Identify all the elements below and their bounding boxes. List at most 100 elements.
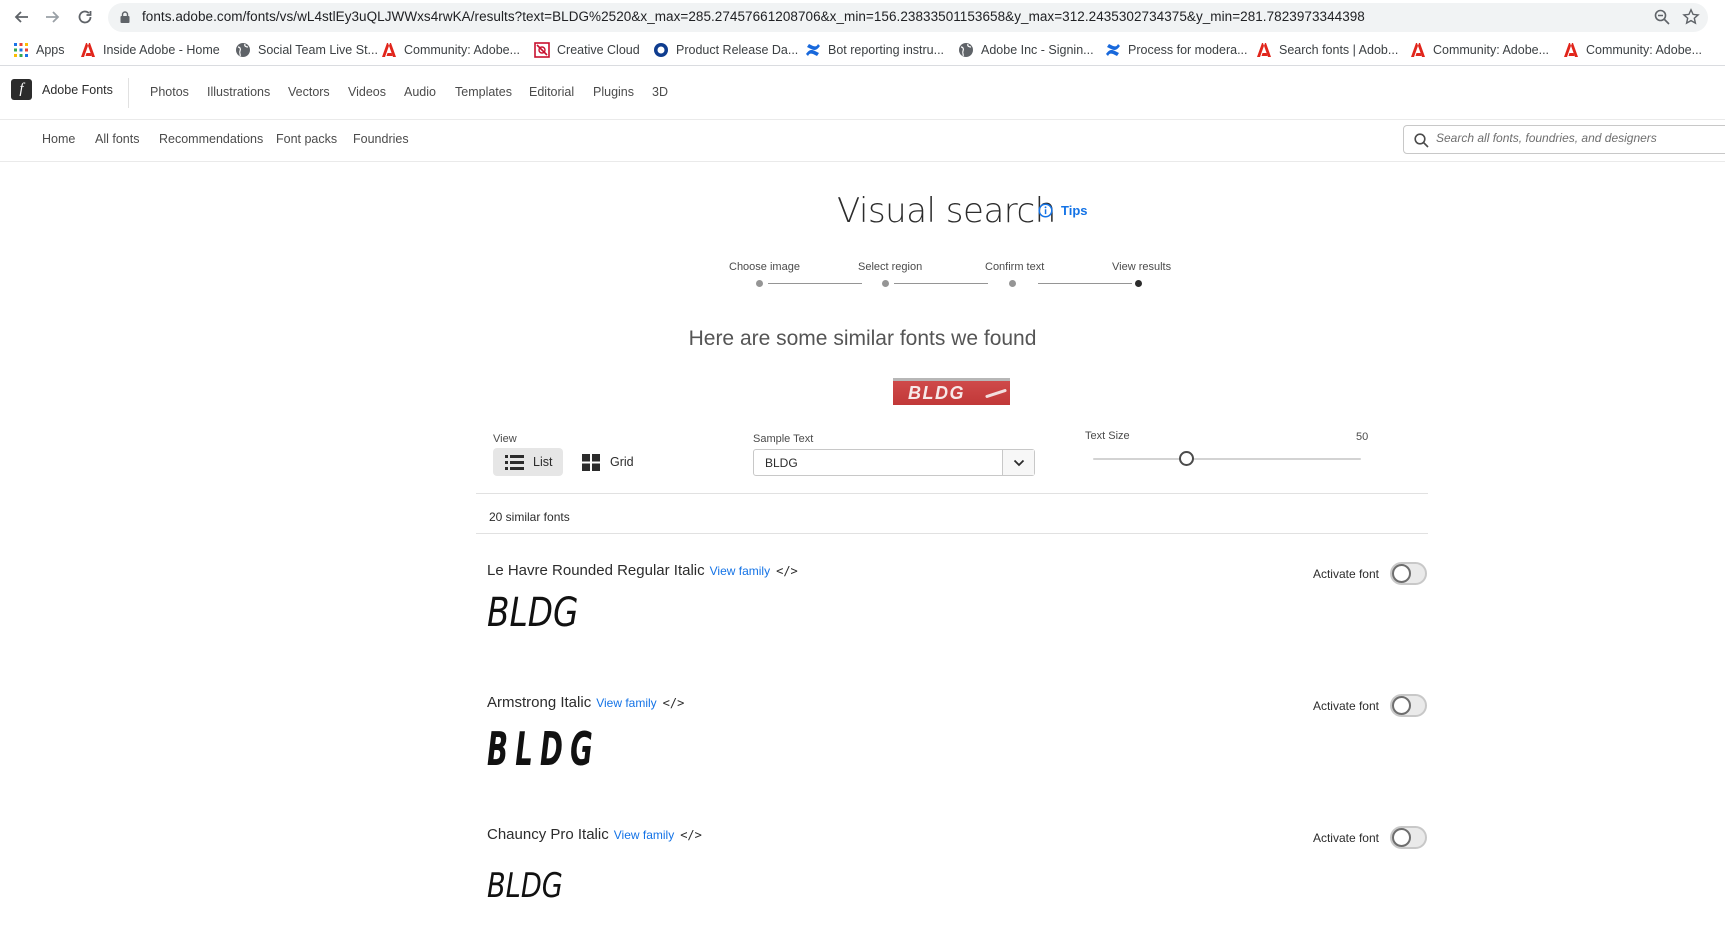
nav-audio[interactable]: Audio (404, 85, 436, 99)
activate-font-label: Activate font (1312, 830, 1379, 845)
activate-font-toggle[interactable] (1390, 826, 1427, 849)
results-subtitle: Here are some similar fonts we found (688, 327, 1037, 350)
bookmark-label: Creative Cloud (557, 43, 640, 57)
subnav-foundries[interactable]: Foundries (353, 132, 409, 146)
nav-illustrations[interactable]: Illustrations (207, 85, 270, 99)
back-arrow-icon[interactable] (10, 6, 32, 28)
bookmark-label: Apps (36, 43, 65, 57)
globe-icon (958, 42, 974, 58)
embed-code-icon[interactable]: </> (680, 828, 702, 842)
bookmark-label: Adobe Inc - Signin... (981, 43, 1094, 57)
bookmark-label: Inside Adobe - Home (103, 43, 220, 57)
info-icon (1038, 203, 1053, 218)
tips-link[interactable]: Tips (1038, 203, 1088, 218)
search-input[interactable] (1436, 131, 1716, 145)
bookmark-item[interactable]: Social Team Live St... (235, 41, 378, 59)
nav-plugins[interactable]: Plugins (593, 85, 634, 99)
step-label: Choose image (729, 261, 800, 273)
nav-divider (128, 78, 129, 108)
font-name[interactable]: Armstrong Italic (487, 694, 591, 711)
list-view-button[interactable]: List (493, 448, 563, 476)
bookmark-item[interactable]: Bot reporting instru... (805, 41, 944, 59)
grid-icon (582, 453, 600, 471)
bookmark-item[interactable]: Product Release Da... (653, 41, 798, 59)
tips-label: Tips (1061, 203, 1088, 218)
activate-font-toggle[interactable] (1390, 562, 1427, 585)
view-label: View (493, 433, 517, 445)
chevron-down-icon[interactable] (1002, 450, 1034, 475)
text-size-slider-track[interactable] (1093, 458, 1361, 460)
step-dot (882, 280, 889, 287)
zoom-icon[interactable] (1653, 8, 1671, 26)
grid-label: Grid (610, 455, 634, 469)
font-name[interactable]: Le Havre Rounded Regular Italic (487, 562, 705, 579)
progress-stepper: Choose image Select region Confirm text … (0, 259, 1725, 299)
nav-templates[interactable]: Templates (455, 85, 512, 99)
apps-grid-icon (13, 42, 29, 58)
confluence-icon (1105, 42, 1121, 58)
grid-view-button[interactable]: Grid (582, 448, 634, 476)
view-family-link[interactable]: View family (614, 828, 674, 842)
confluence-icon (805, 42, 821, 58)
bookmark-label: Search fonts | Adob... (1279, 43, 1399, 57)
subnav-all-fonts[interactable]: All fonts (95, 132, 139, 146)
bookmark-label: Process for modera... (1128, 43, 1248, 57)
product-release-icon (653, 42, 669, 58)
subnav-font-packs[interactable]: Font packs (276, 132, 337, 146)
bookmark-item[interactable]: Process for modera... (1105, 41, 1248, 59)
divider (476, 493, 1428, 494)
bookmark-item[interactable]: Community: Adobe... (381, 41, 520, 59)
nav-photos[interactable]: Photos (150, 85, 189, 99)
reload-icon[interactable] (74, 6, 96, 28)
global-nav: f Adobe Fonts Photos Illustrations Vecto… (0, 66, 1725, 120)
sample-text-value: BLDG (765, 456, 798, 470)
source-image-text: BLDG (908, 383, 965, 403)
adobe-icon (1563, 42, 1579, 58)
step-dot (1009, 280, 1016, 287)
subnav-home[interactable]: Home (42, 132, 75, 146)
font-search-box[interactable] (1403, 125, 1725, 154)
divider (476, 533, 1428, 534)
text-size-slider-handle[interactable] (1179, 451, 1195, 466)
view-family-link[interactable]: View family (596, 696, 656, 710)
list-icon (505, 454, 524, 470)
bookmark-item[interactable]: Creative Cloud (534, 41, 640, 59)
bookmark-label: Community: Adobe... (1586, 43, 1703, 57)
subnav-recommendations[interactable]: Recommendations (159, 132, 263, 146)
adobe-icon (80, 42, 96, 58)
bookmark-item[interactable]: Apps (13, 41, 65, 59)
address-bar[interactable]: fonts.adobe.com/fonts/vs/wL4stlEy3uQLJWW… (108, 3, 1708, 32)
sample-text-label: Sample Text (753, 433, 814, 445)
adobe-fonts-logo-icon: f (11, 79, 32, 100)
bookmark-label: Community: Adobe... (404, 43, 521, 57)
source-image-crop: BLDG (893, 378, 1010, 405)
text-size-value: 50 (1356, 431, 1369, 443)
view-family-link[interactable]: View family (710, 564, 770, 578)
font-sample-text: BLDG (487, 590, 579, 636)
forward-arrow-icon[interactable] (42, 6, 64, 28)
activate-font-toggle[interactable] (1390, 694, 1427, 717)
bookmark-item[interactable]: Adobe Inc - Signin... (958, 41, 1094, 59)
bookmark-item[interactable]: Community: Adobe... (1410, 41, 1549, 59)
fonts-subnav: Home All fonts Recommendations Font pack… (0, 120, 1725, 162)
bookmark-label: Community: Adobe... (1433, 43, 1550, 57)
nav-editorial[interactable]: Editorial (529, 85, 574, 99)
brand-link[interactable]: f Adobe Fonts (11, 79, 113, 100)
embed-code-icon[interactable]: </> (776, 564, 798, 578)
activate-font-label: Activate font (1312, 566, 1379, 581)
embed-code-icon[interactable]: </> (663, 696, 685, 710)
sample-text-select[interactable]: BLDG (753, 449, 1035, 476)
bookmark-item[interactable]: Inside Adobe - Home (80, 41, 220, 59)
adobe-icon (1410, 42, 1426, 58)
nav-3d[interactable]: 3D (652, 85, 668, 99)
bookmark-star-icon[interactable] (1682, 8, 1700, 26)
bookmark-item[interactable]: Search fonts | Adob... (1256, 41, 1398, 59)
bookmark-item[interactable]: Community: Adobe... (1563, 41, 1702, 59)
font-sample-text: BLDG (487, 722, 600, 776)
nav-videos[interactable]: Videos (348, 85, 386, 99)
globe-icon (235, 42, 251, 58)
search-icon (1414, 133, 1429, 148)
font-name[interactable]: Chauncy Pro Italic (487, 826, 609, 843)
nav-vectors[interactable]: Vectors (288, 85, 330, 99)
step-dot (756, 280, 763, 287)
